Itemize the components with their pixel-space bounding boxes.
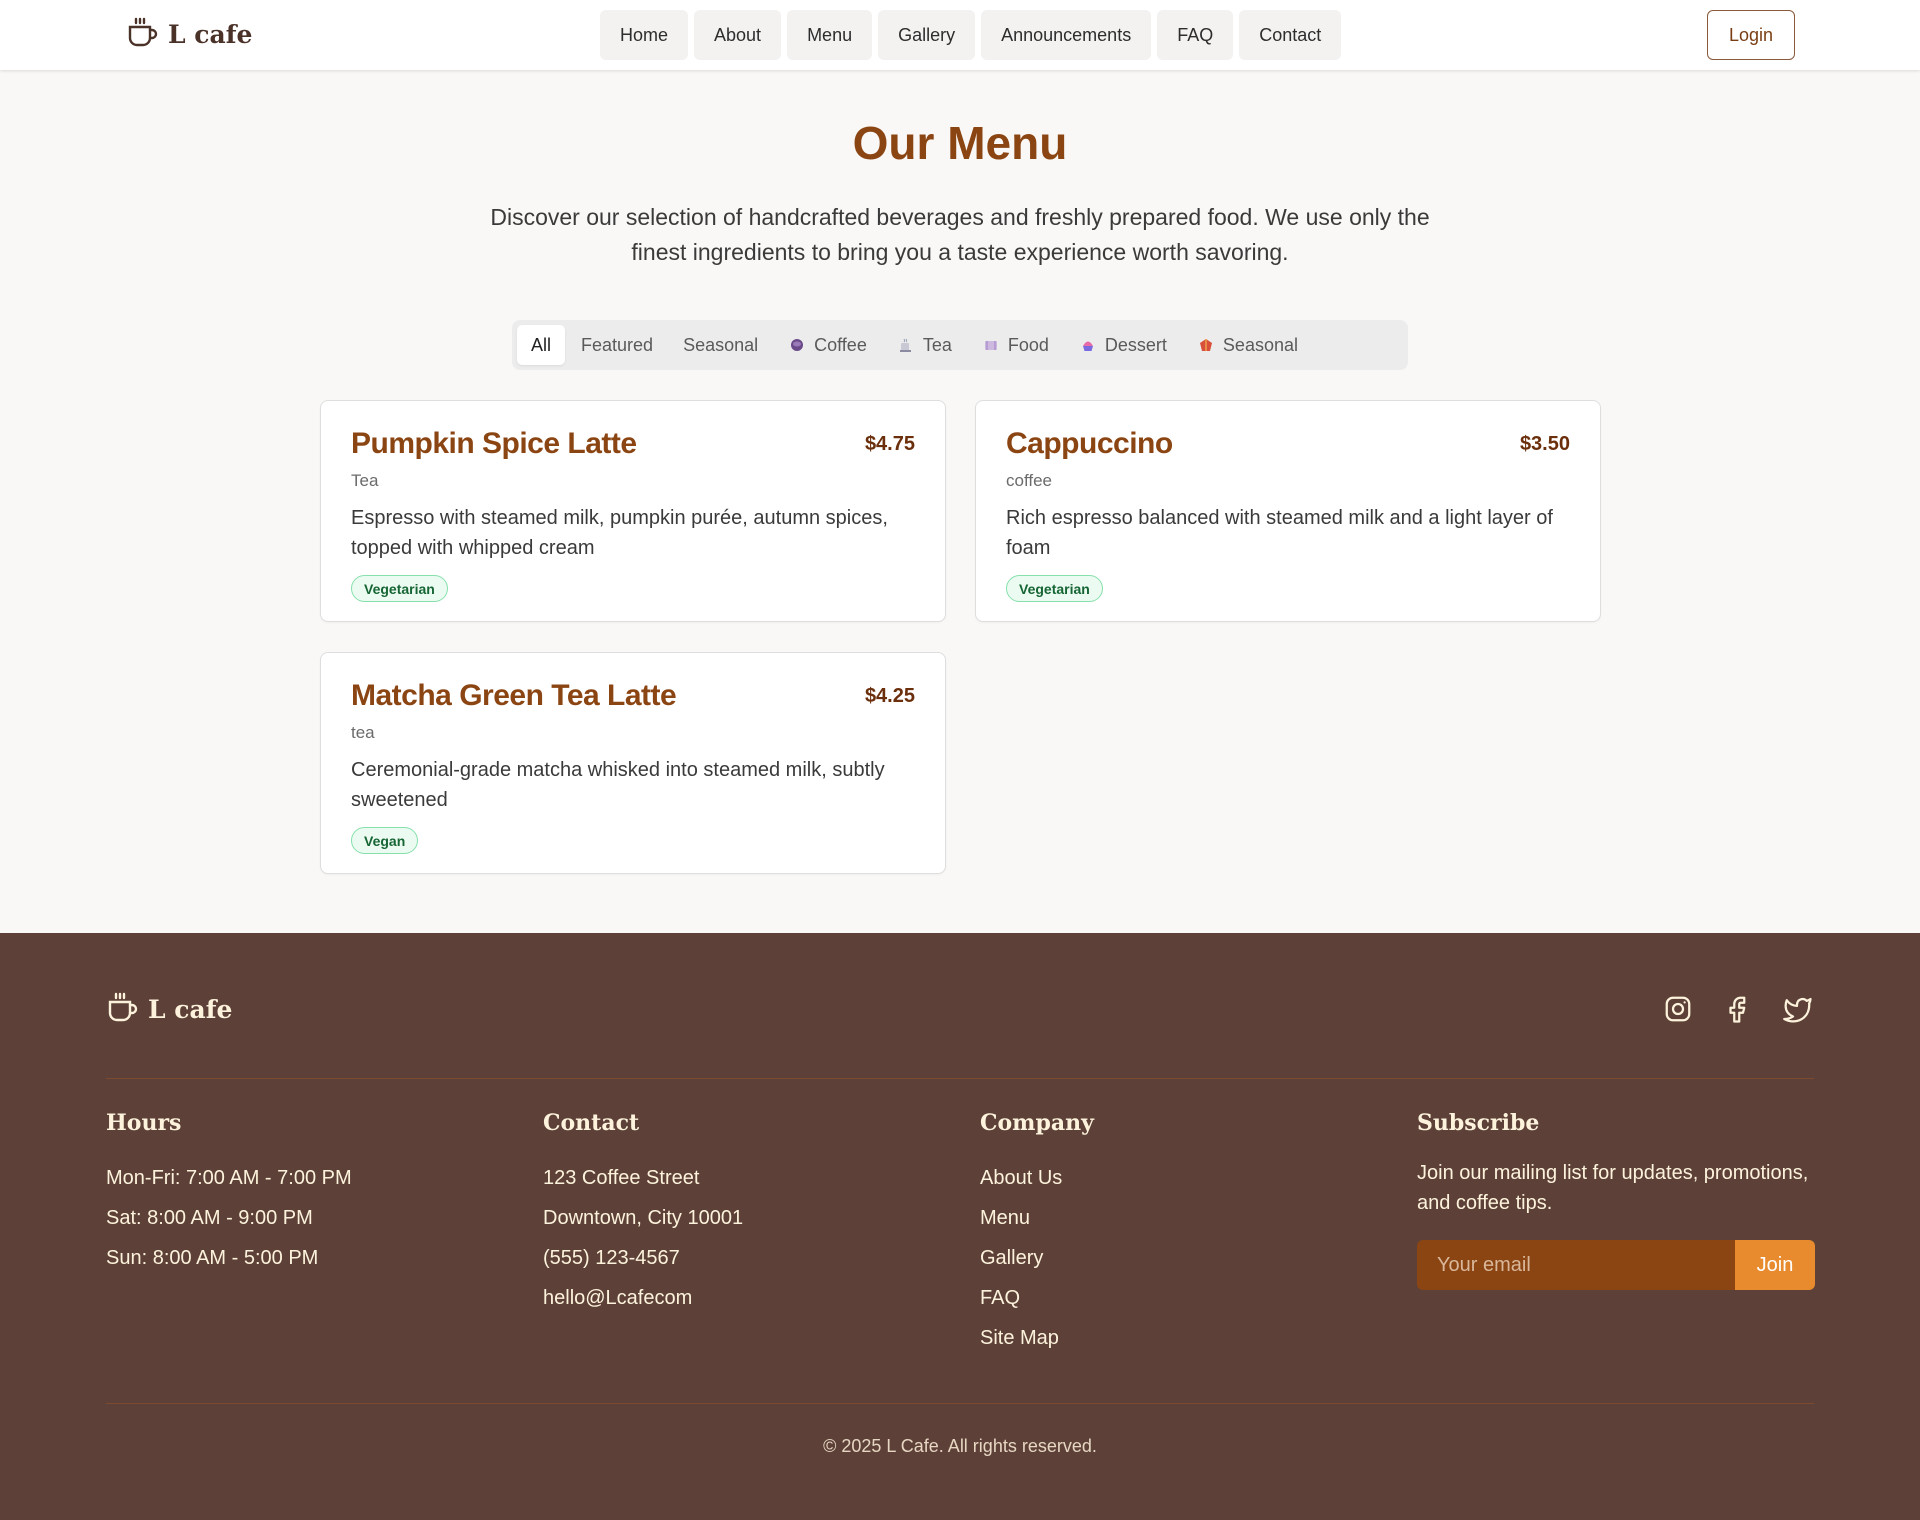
filter-label: Tea [922, 334, 952, 355]
item-price: $3.50 [1519, 433, 1570, 455]
filter-label: Seasonal [683, 334, 759, 355]
join-button[interactable]: Join [1735, 1240, 1815, 1290]
city-line: Downtown, City 10001 [543, 1207, 744, 1229]
nav-contact[interactable]: Contact [1239, 10, 1342, 60]
item-description: Ceremonial-grade matcha whisked into ste… [351, 759, 885, 811]
footer-link-gallery[interactable]: Gallery [980, 1238, 1380, 1278]
subscribe-form: Join [1417, 1240, 1815, 1290]
item-category: Tea [351, 471, 379, 490]
menu-card[interactable]: Cappuccino $3.50 coffee Rich espresso ba… [975, 400, 1601, 622]
nav-home[interactable]: Home [600, 10, 689, 60]
footer-link-faq[interactable]: FAQ [980, 1278, 1380, 1318]
item-category: coffee [1006, 471, 1053, 490]
company-column: Company About Us Menu Gallery FAQ Site M… [980, 1110, 1380, 1358]
menu-intro: Discover our selection of handcrafted be… [490, 204, 1430, 265]
filter-label: All [531, 334, 552, 355]
filter-dessert[interactable]: Dessert [1065, 325, 1181, 365]
filter-tea[interactable]: Tea [883, 325, 966, 365]
seasonal-icon [1197, 336, 1215, 354]
footer-divider [106, 1403, 1814, 1404]
email-link[interactable]: hello@Lcafecom [543, 1278, 943, 1318]
coffee-cup-icon [126, 16, 158, 53]
item-category: tea [351, 723, 375, 742]
footer-link-site-map[interactable]: Site Map [980, 1318, 1380, 1358]
subscribe-heading: Subscribe [1417, 1110, 1540, 1136]
filter-label: Featured [581, 334, 654, 355]
phone-link[interactable]: (555) 123-4567 [543, 1238, 943, 1278]
footer-link-menu[interactable]: Menu [980, 1198, 1380, 1238]
footer-link-about-us[interactable]: About Us [980, 1158, 1380, 1198]
filter-label: Dessert [1104, 334, 1167, 355]
nav-menu[interactable]: Menu [787, 10, 873, 60]
copyright: © 2025 L Cafe. All rights reserved. [823, 1436, 1097, 1456]
dessert-icon [1079, 336, 1097, 354]
footer-brand-name: L cafe [148, 995, 233, 1024]
filter-label: Seasonal [1222, 334, 1298, 355]
site-header: L cafe Home About Menu Gallery Announcem… [0, 0, 1920, 70]
twitter-icon[interactable] [1782, 993, 1814, 1025]
brand-logo[interactable]: L cafe [126, 16, 252, 53]
facebook-icon[interactable] [1722, 993, 1754, 1025]
subscribe-text: Join our mailing list for updates, promo… [1417, 1162, 1809, 1214]
dietary-tag: Vegetarian [1006, 575, 1103, 602]
food-icon [982, 336, 1000, 354]
nav-faq[interactable]: FAQ [1157, 10, 1234, 60]
filter-label: Food [1007, 334, 1049, 355]
main-nav: Home About Menu Gallery Announcements FA… [600, 10, 1342, 60]
hours-column: Hours Mon-Fri: 7:00 AM - 7:00 PM Sat: 8:… [106, 1110, 506, 1278]
filter-featured[interactable]: Featured [567, 325, 667, 365]
contact-heading: Contact [543, 1110, 640, 1136]
nav-announcements[interactable]: Announcements [981, 10, 1152, 60]
menu-card[interactable]: Pumpkin Spice Latte $4.75 Tea Espresso w… [320, 400, 946, 622]
nav-gallery[interactable]: Gallery [878, 10, 976, 60]
filter-coffee[interactable]: Coffee [774, 325, 881, 365]
company-heading: Company [980, 1110, 1094, 1136]
item-name: Cappuccino [1006, 427, 1173, 460]
footer-divider [106, 1078, 1814, 1079]
item-description: Rich espresso balanced with steamed milk… [1006, 507, 1553, 559]
filter-food[interactable]: Food [968, 325, 1063, 365]
filter-seasonal[interactable]: Seasonal [669, 325, 772, 365]
item-price: $4.25 [864, 685, 915, 707]
category-filter-bar: All Featured Seasonal Coffee Tea Food De… [512, 320, 1408, 370]
page-title: Our Menu [852, 117, 1068, 169]
nav-about[interactable]: About [694, 10, 782, 60]
hours-heading: Hours [106, 1110, 182, 1136]
tea-icon [897, 336, 915, 354]
login-button[interactable]: Login [1707, 10, 1795, 60]
address-line: 123 Coffee Street [543, 1167, 700, 1189]
item-name: Pumpkin Spice Latte [351, 427, 637, 460]
contact-column: Contact 123 Coffee Street Downtown, City… [543, 1110, 943, 1318]
dietary-tag: Vegan [351, 827, 419, 854]
hours-line: Mon-Fri: 7:00 AM - 7:00 PM [106, 1167, 352, 1189]
email-input[interactable] [1417, 1240, 1735, 1290]
filter-label: Coffee [814, 334, 867, 355]
item-name: Matcha Green Tea Latte [351, 679, 677, 712]
menu-card[interactable]: Matcha Green Tea Latte $4.25 tea Ceremon… [320, 652, 946, 874]
subscribe-column: Subscribe Join our mailing list for upda… [1417, 1110, 1837, 1290]
coffee-icon [788, 336, 806, 354]
hours-line: Sun: 8:00 AM - 5:00 PM [106, 1247, 319, 1269]
site-footer: L cafe Hours Mon-Fri: 7:00 AM - 7:00 PM … [0, 933, 1920, 1520]
coffee-cup-icon [106, 991, 138, 1028]
item-price: $4.75 [864, 433, 915, 455]
hours-line: Sat: 8:00 AM - 9:00 PM [106, 1207, 313, 1229]
dietary-tag: Vegetarian [351, 575, 448, 602]
item-description: Espresso with steamed milk, pumpkin puré… [351, 507, 888, 559]
instagram-icon[interactable] [1662, 993, 1694, 1025]
social-links [1662, 993, 1814, 1025]
filter-all[interactable]: All [517, 325, 566, 365]
footer-brand[interactable]: L cafe [106, 991, 232, 1028]
filter-seasonal-2[interactable]: Seasonal [1183, 325, 1312, 365]
brand-name: L cafe [168, 20, 253, 49]
